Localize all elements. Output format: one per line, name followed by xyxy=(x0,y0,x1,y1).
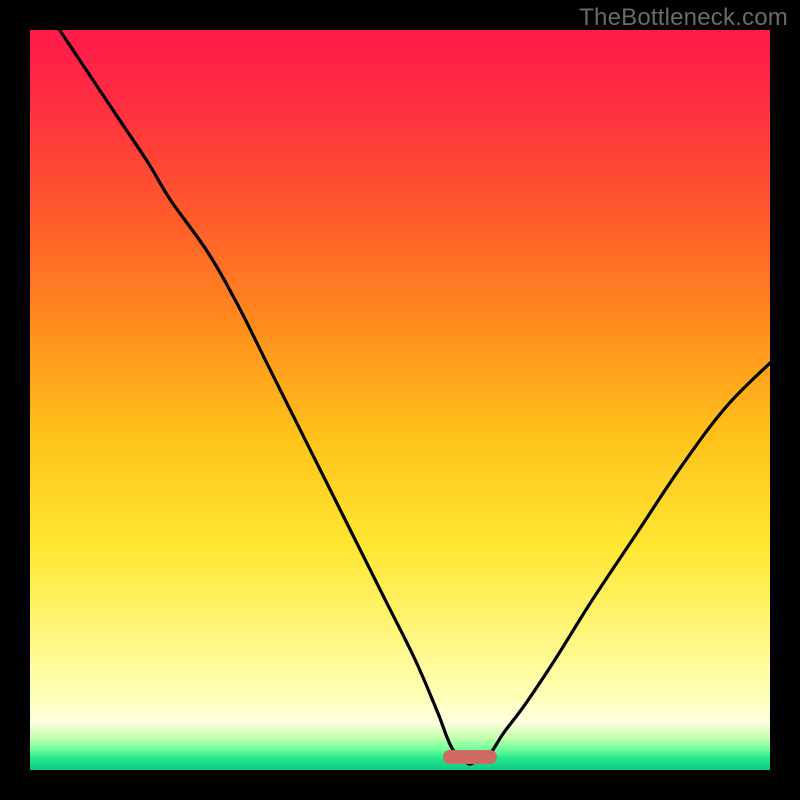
chart-frame: TheBottleneck.com xyxy=(0,0,800,800)
bottleneck-curve xyxy=(30,30,770,770)
optimum-marker xyxy=(443,750,497,764)
watermark-label: TheBottleneck.com xyxy=(579,4,788,32)
plot-area xyxy=(30,30,770,770)
